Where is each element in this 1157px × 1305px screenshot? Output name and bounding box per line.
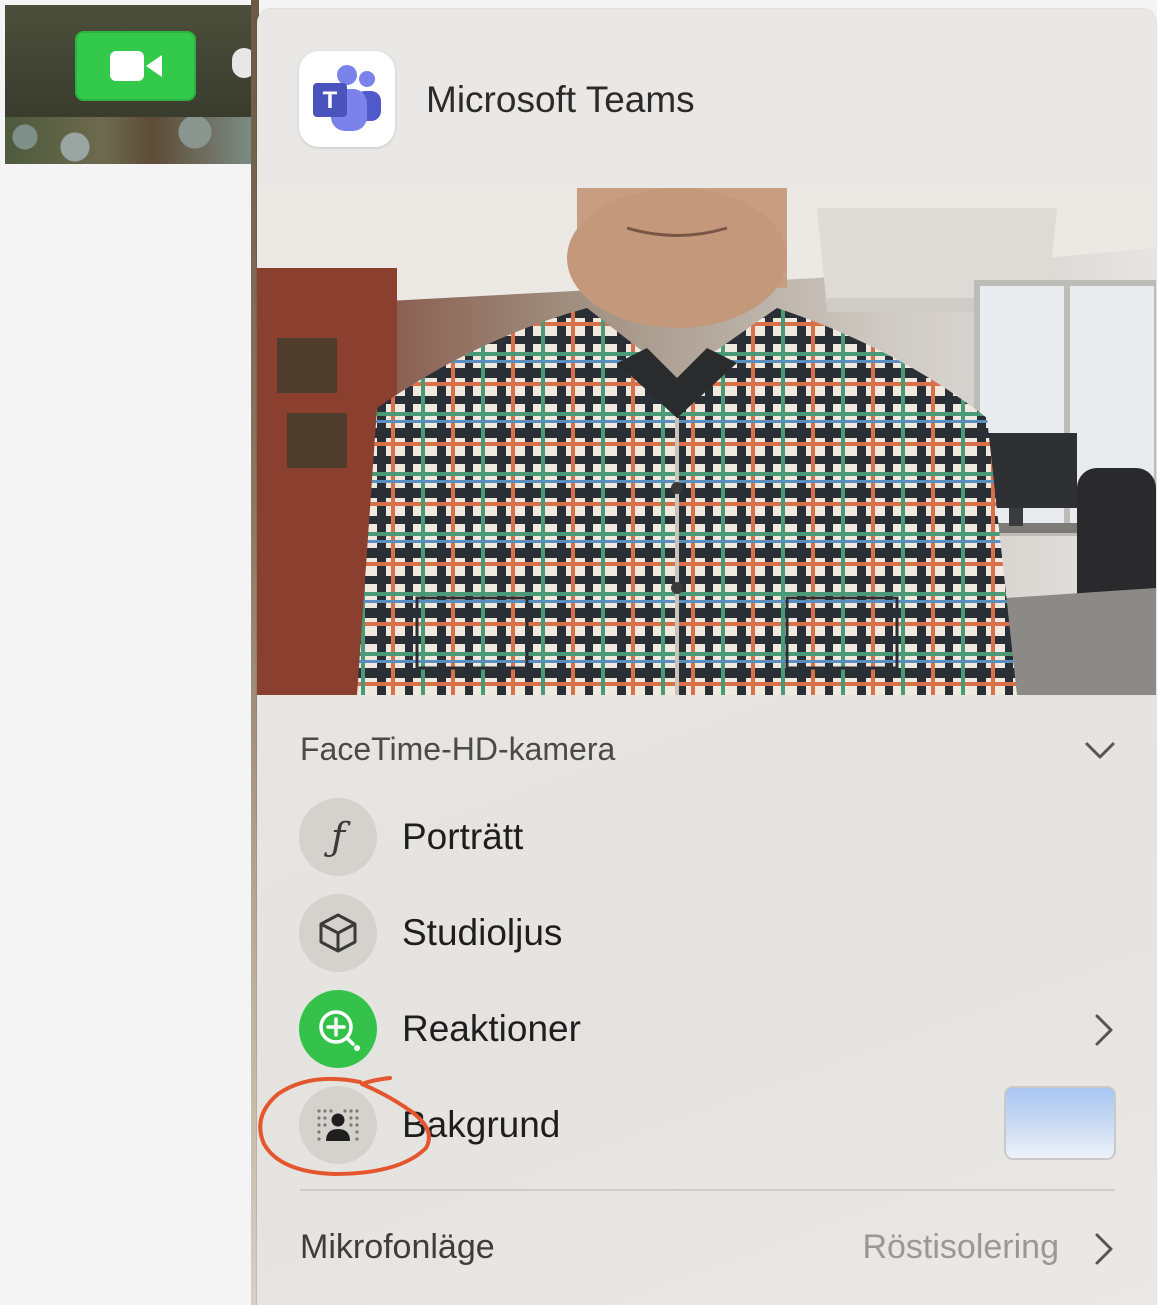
desktop-wallpaper-strip: [5, 117, 251, 164]
microsoft-teams-icon: T: [299, 51, 395, 147]
menu-bar-area: [5, 5, 251, 117]
microphone-mode-label[interactable]: Mikrofonläge: [300, 1228, 495, 1267]
cube-icon: [299, 894, 377, 972]
chevron-down-icon[interactable]: [1083, 733, 1117, 767]
camera-in-use-indicator[interactable]: [75, 31, 196, 101]
menu-item-studioljus[interactable]: Studioljus: [257, 888, 1156, 978]
menu-item-label: Studioljus: [402, 912, 563, 953]
menu-item-reaktioner[interactable]: Reaktioner: [257, 984, 1156, 1074]
menu-item-portratt[interactable]: ƒ Porträtt: [257, 792, 1156, 882]
app-header: T Microsoft Teams: [257, 9, 1156, 188]
menu-item-label: Porträtt: [402, 816, 524, 857]
video-camera-icon: [109, 49, 162, 83]
chevron-right-icon[interactable]: [1089, 1010, 1117, 1050]
microphone-mode-value: Röstisolering: [862, 1228, 1059, 1266]
app-title: Microsoft Teams: [426, 79, 695, 120]
background-person-icon: [299, 1086, 377, 1164]
background-thumbnail[interactable]: [1004, 1086, 1116, 1160]
menu-item-label: Reaktioner: [402, 1008, 581, 1049]
camera-preview: [257, 188, 1156, 695]
camera-source-label: FaceTime-HD-kamera: [300, 731, 616, 767]
screen: T Microsoft Teams FaceTime-HD-kamera ƒ P…: [0, 0, 1157, 1305]
menu-item-label: Bakgrund: [402, 1104, 561, 1145]
video-effects-menu: T Microsoft Teams FaceTime-HD-kamera ƒ P…: [257, 9, 1156, 1305]
chevron-right-icon[interactable]: [1089, 1229, 1117, 1269]
svg-text:T: T: [323, 87, 338, 114]
reactions-icon: [299, 990, 377, 1068]
portrait-f-icon: ƒ: [299, 798, 377, 876]
divider: [300, 1189, 1115, 1191]
desktop-background: [0, 0, 251, 1305]
